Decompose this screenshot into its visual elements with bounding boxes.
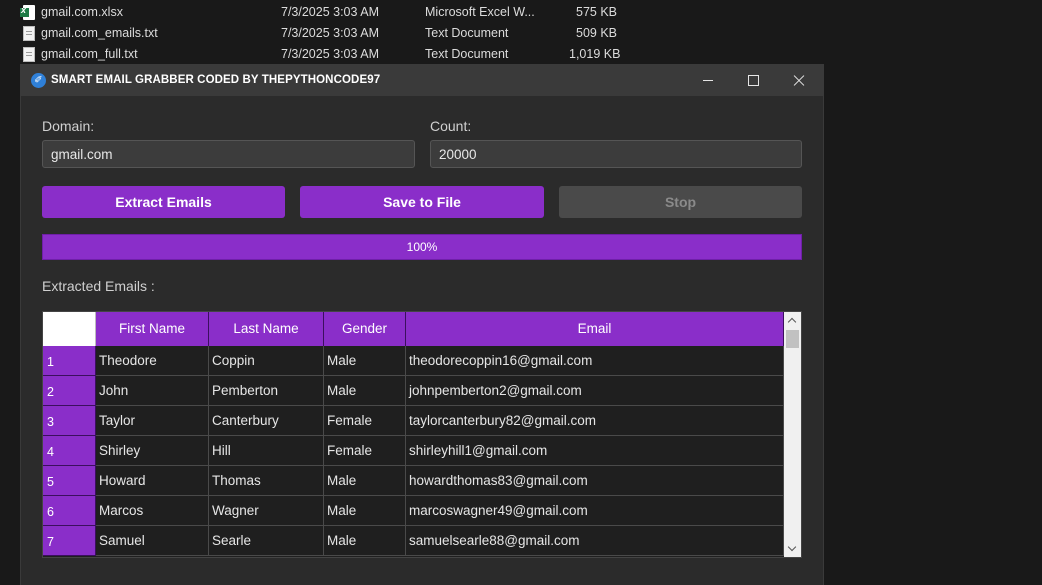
file-row[interactable]: gmail.com_emails.txt 7/3/2025 3:03 AM Te… [0,23,640,44]
row-index[interactable]: 1 [43,346,96,376]
cell-gender[interactable]: Female [324,406,406,436]
file-size: 1,019 KB [569,47,621,61]
file-name: gmail.com_full.txt [41,47,138,61]
table-row[interactable]: 5 Howard Thomas Male howardthomas83@gmail.co… [43,466,784,496]
save-to-file-button[interactable]: Save to File [300,186,544,218]
extracted-emails-label: Extracted Emails : [42,278,155,294]
file-type: Microsoft Excel W... [425,5,535,19]
cell-gender[interactable]: Male [324,466,406,496]
row-index[interactable]: 3 [43,406,96,436]
cell-last-name[interactable]: Pemberton [209,376,324,406]
table-row[interactable]: 2 John Pemberton Male johnpemberton2@gmail.c… [43,376,784,406]
cell-gender[interactable]: Male [324,496,406,526]
cell-first-name[interactable]: Shirley [96,436,209,466]
cell-first-name[interactable]: Theodore [96,346,209,376]
cell-gender[interactable]: Female [324,436,406,466]
extract-emails-button[interactable]: Extract Emails [42,186,285,218]
cell-email[interactable]: shirleyhill1@gmail.com [406,436,784,466]
cell-last-name[interactable]: Canterbury [209,406,324,436]
excel-file-icon [20,5,35,20]
cell-last-name[interactable]: Wagner [209,496,324,526]
cell-first-name[interactable]: Samuel [96,526,209,556]
cell-last-name[interactable]: Coppin [209,346,324,376]
scroll-down-icon[interactable] [784,540,801,557]
cell-last-name[interactable]: Searle [209,526,324,556]
count-input[interactable]: 20000 [430,140,802,168]
column-header-gender[interactable]: Gender [324,312,406,346]
app-window: ✐ SMART EMAIL GRABBER CODED BY THEPYTHON… [21,65,823,585]
file-name: gmail.com.xlsx [41,5,123,19]
progress-bar: 100% [42,234,802,260]
table-corner[interactable] [43,312,96,346]
column-header-last-name[interactable]: Last Name [209,312,324,346]
file-date: 7/3/2025 3:03 AM [281,47,379,61]
domain-label: Domain: [42,118,95,134]
scrollbar-thumb[interactable] [786,330,799,348]
cell-email[interactable]: johnpemberton2@gmail.com [406,376,784,406]
text-file-icon [23,47,35,62]
window-title: SMART EMAIL GRABBER CODED BY THEPYTHONCO… [51,74,381,86]
row-index[interactable]: 7 [43,526,96,556]
file-date: 7/3/2025 3:03 AM [281,5,379,19]
progress-label: 100% [406,240,438,254]
column-header-email[interactable]: Email [406,312,784,346]
cell-first-name[interactable]: Marcos [96,496,209,526]
scroll-up-icon[interactable] [784,312,801,329]
emails-table[interactable]: First Name Last Name Gender Email 1 Theod… [42,311,802,558]
cell-gender[interactable]: Male [324,526,406,556]
row-index[interactable]: 2 [43,376,96,406]
maximize-icon[interactable] [731,65,776,96]
cell-email[interactable]: howardthomas83@gmail.com [406,466,784,496]
row-index[interactable]: 4 [43,436,96,466]
file-row[interactable]: gmail.com.xlsx 7/3/2025 3:03 AM Microsof… [0,2,640,23]
title-bar[interactable]: ✐ SMART EMAIL GRABBER CODED BY THEPYTHON… [21,65,823,96]
file-row[interactable]: gmail.com_full.txt 7/3/2025 3:03 AM Text… [0,44,640,65]
cell-last-name[interactable]: Hill [209,436,324,466]
file-size: 575 KB [576,5,618,19]
cell-email[interactable]: samuelsearle88@gmail.com [406,526,784,556]
cell-email[interactable]: marcoswagner49@gmail.com [406,496,784,526]
cell-email[interactable]: theodorecoppin16@gmail.com [406,346,784,376]
vertical-scrollbar[interactable] [784,312,801,557]
count-label: Count: [430,118,472,134]
cell-first-name[interactable]: Howard [96,466,209,496]
file-date: 7/3/2025 3:03 AM [281,26,379,40]
table-row[interactable]: 1 Theodore Coppin Male theodorecoppin16@gmai… [43,346,784,376]
close-icon[interactable] [776,65,821,96]
table-row[interactable]: 6 Marcos Wagner Male marcoswagner49@gmail.co… [43,496,784,526]
cell-first-name[interactable]: Taylor [96,406,209,436]
minimize-icon[interactable] [686,65,731,96]
table-header: First Name Last Name Gender Email [43,312,801,346]
domain-input[interactable]: gmail.com [42,140,415,168]
column-header-first-name[interactable]: First Name [96,312,209,346]
file-size: 509 KB [576,26,618,40]
text-file-icon [23,26,35,41]
row-index[interactable]: 5 [43,466,96,496]
file-name: gmail.com_emails.txt [41,26,158,40]
table-row[interactable]: 3 Taylor Canterbury Female taylorcanterbury8… [43,406,784,436]
table-row[interactable]: 4 Shirley Hill Female shirleyhill1@gmail.com [43,436,784,466]
row-index[interactable]: 6 [43,496,96,526]
file-type: Text Document [425,26,509,40]
cell-gender[interactable]: Male [324,346,406,376]
file-type: Text Document [425,47,509,61]
app-logo-icon: ✐ [31,73,46,88]
stop-button[interactable]: Stop [559,186,802,218]
table-row[interactable]: 7 Samuel Searle Male samuelsearle88@gmail.co… [43,526,784,556]
cell-gender[interactable]: Male [324,376,406,406]
cell-first-name[interactable]: John [96,376,209,406]
cell-email[interactable]: taylorcanterbury82@gmail.com [406,406,784,436]
cell-last-name[interactable]: Thomas [209,466,324,496]
